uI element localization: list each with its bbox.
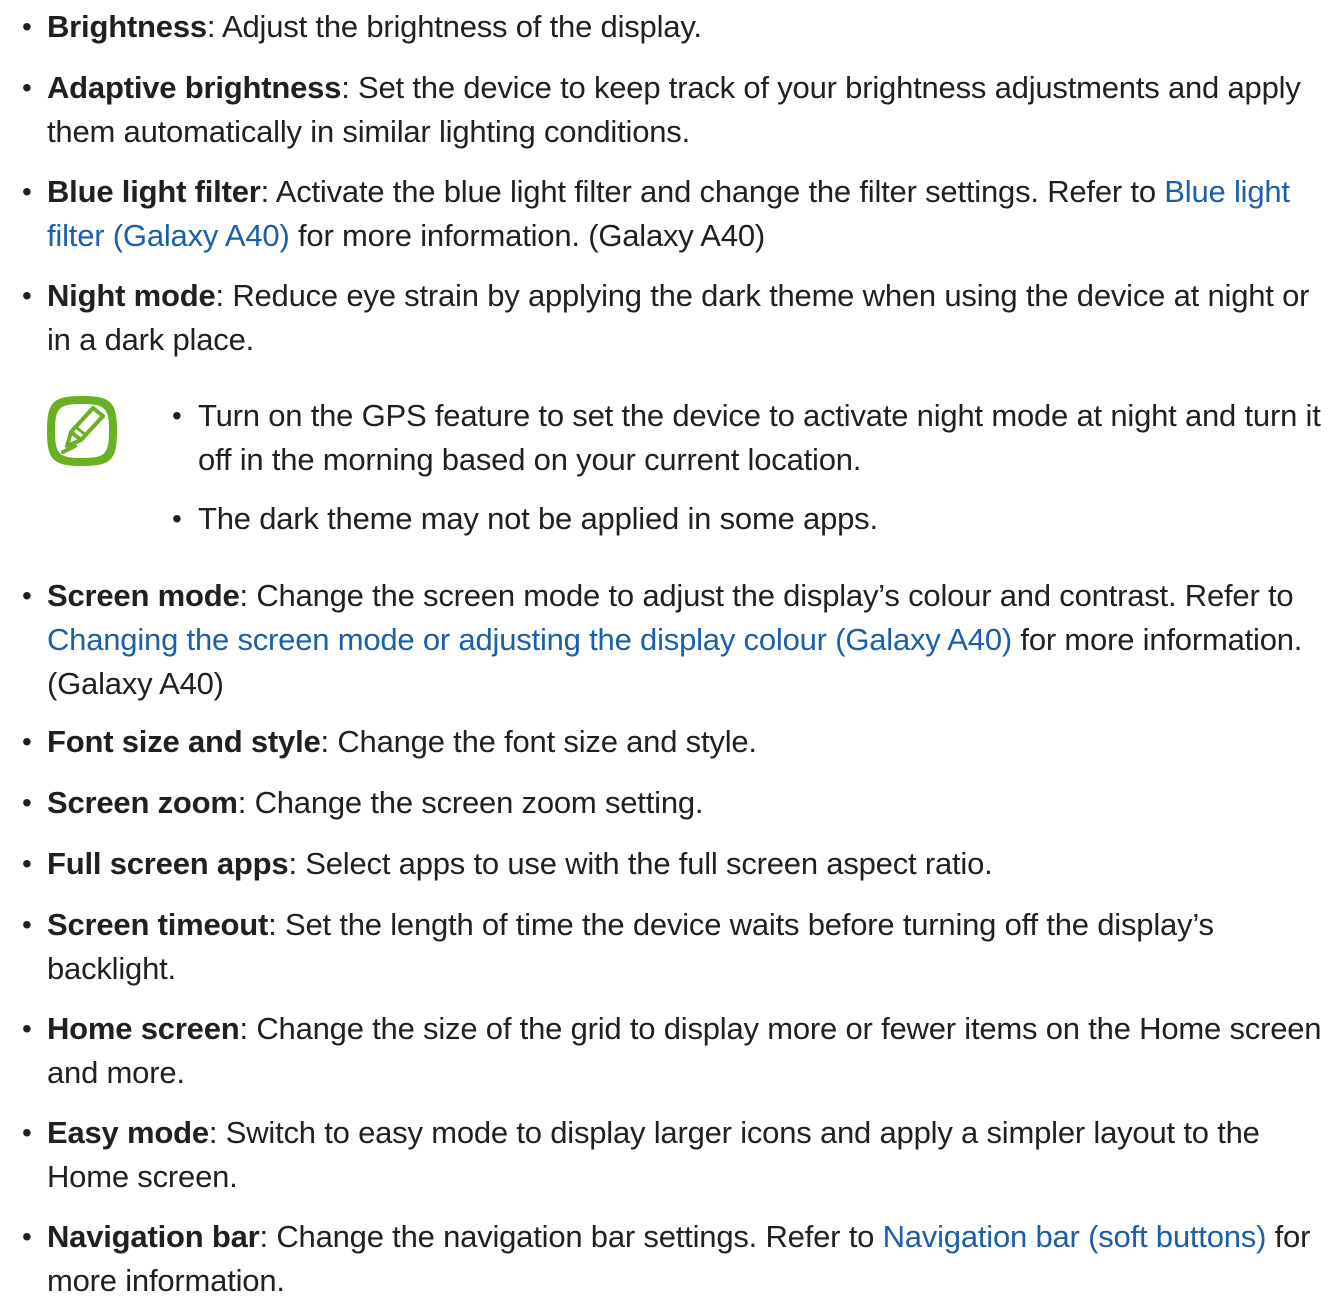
term-label: Night mode xyxy=(47,278,216,313)
bullet: • xyxy=(172,400,182,431)
term-description: : Change the screen mode to adjust the d… xyxy=(239,578,1294,613)
list-item-text: Blue light filter: Activate the blue lig… xyxy=(47,170,1327,258)
list-item-text: Screen timeout: Set the length of time t… xyxy=(47,903,1327,991)
term-description: : Change the font size and style. xyxy=(320,724,757,759)
term-label: Screen timeout xyxy=(47,907,269,942)
term-label: Adaptive brightness xyxy=(47,70,342,105)
bullet: • xyxy=(22,1117,32,1148)
bullet: • xyxy=(22,726,32,757)
term-label: Brightness xyxy=(47,9,207,44)
term-description-after: for more information. (Galaxy A40) xyxy=(289,218,765,253)
list-item-text: Adaptive brightness: Set the device to k… xyxy=(47,66,1327,154)
bullet: • xyxy=(22,787,32,818)
term-description: : Select apps to use with the full scree… xyxy=(288,846,993,881)
note-pen-icon xyxy=(47,396,117,466)
bullet: • xyxy=(22,1013,32,1044)
term-description: : Reduce eye strain by applying the dark… xyxy=(47,278,1310,357)
list-item-text: Night mode: Reduce eye strain by applyin… xyxy=(47,274,1327,362)
list-item-text: Screen mode: Change the screen mode to a… xyxy=(47,574,1327,706)
term-description: : Change the navigation bar settings. Re… xyxy=(259,1219,883,1254)
term-description: : Switch to easy mode to display larger … xyxy=(47,1115,1260,1194)
link-navigation-bar[interactable]: Navigation bar (soft buttons) xyxy=(883,1219,1267,1254)
note-text: The dark theme may not be applied in som… xyxy=(198,501,878,536)
bullet: • xyxy=(22,848,32,879)
bullet: • xyxy=(22,280,32,311)
bullet: • xyxy=(22,11,32,42)
link-screen-mode[interactable]: Changing the screen mode or adjusting th… xyxy=(47,622,1012,657)
bullet: • xyxy=(22,1221,32,1252)
term-description: : Activate the blue light filter and cha… xyxy=(260,174,1165,209)
bullet: • xyxy=(172,503,182,534)
term-label: Home screen xyxy=(47,1011,240,1046)
bullet: • xyxy=(22,580,32,611)
term-label: Blue light filter xyxy=(47,174,261,209)
list-item-text: Full screen apps: Select apps to use wit… xyxy=(47,842,1327,886)
term-label: Full screen apps xyxy=(47,846,289,881)
list-item-text: Font size and style: Change the font siz… xyxy=(47,720,1327,764)
term-label: Easy mode xyxy=(47,1115,209,1150)
list-item-text: Home screen: Change the size of the grid… xyxy=(47,1007,1327,1095)
list-item-text: Navigation bar: Change the navigation ba… xyxy=(47,1215,1327,1303)
list-item-text: Brightness: Adjust the brightness of the… xyxy=(47,5,1327,49)
term-description: : Change the screen zoom setting. xyxy=(237,785,704,820)
bullet: • xyxy=(22,72,32,103)
term-description: : Adjust the brightness of the display. xyxy=(206,9,702,44)
term-label: Navigation bar xyxy=(47,1219,260,1254)
list-item-text: Easy mode: Switch to easy mode to displa… xyxy=(47,1111,1327,1199)
list-item-text: Screen zoom: Change the screen zoom sett… xyxy=(47,781,1327,825)
term-label: Font size and style xyxy=(47,724,321,759)
term-label: Screen zoom xyxy=(47,785,238,820)
bullet: • xyxy=(22,909,32,940)
bullet: • xyxy=(22,176,32,207)
note-text: Turn on the GPS feature to set the devic… xyxy=(198,398,1321,477)
term-label: Screen mode xyxy=(47,578,240,613)
